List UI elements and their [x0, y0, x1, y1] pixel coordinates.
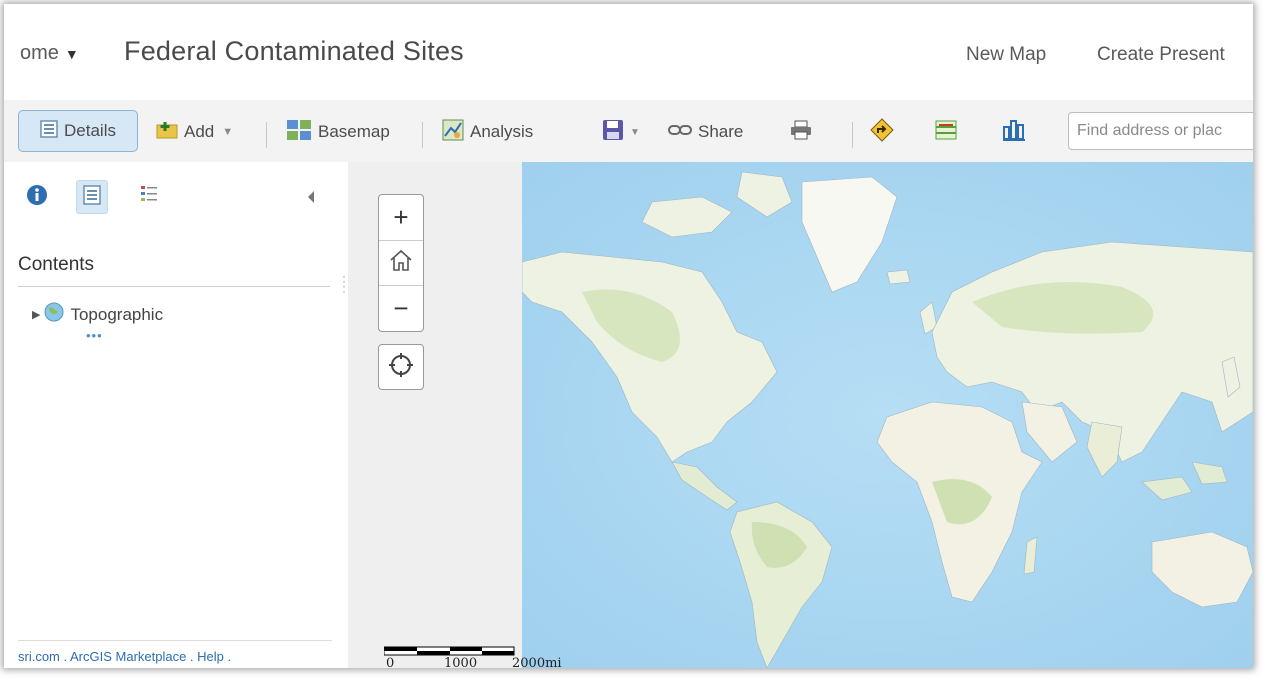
locate-button[interactable] — [378, 344, 424, 390]
panel-tabs — [4, 162, 344, 232]
expand-arrow-icon[interactable]: ▶ — [32, 308, 40, 321]
divider — [18, 640, 332, 641]
legend-tab[interactable] — [136, 184, 162, 210]
analysis-icon — [442, 119, 464, 146]
content-tab[interactable] — [76, 180, 108, 214]
zoom-control: + − — [378, 194, 424, 332]
home-menu-label: ome — [20, 42, 59, 64]
legend-icon — [140, 184, 158, 211]
toolbar-divider — [422, 122, 423, 148]
measure-icon — [934, 118, 958, 147]
toolbar-divider — [852, 122, 853, 148]
basemap-label: Basemap — [318, 122, 390, 141]
details-button[interactable]: Details — [18, 110, 138, 152]
add-button[interactable]: Add ▼ — [156, 116, 233, 148]
info-icon — [26, 184, 48, 211]
chevron-down-icon: ▼ — [64, 46, 79, 62]
bookmarks-icon — [1002, 119, 1026, 146]
toolbar-divider — [266, 122, 267, 148]
share-label: Share — [698, 122, 744, 141]
chevron-down-icon: ▼ — [630, 126, 640, 138]
collapse-panel-icon[interactable] — [306, 190, 316, 207]
scalebar — [383, 644, 524, 656]
content-list-icon — [83, 184, 101, 210]
basemap-button[interactable]: Basemap — [286, 116, 390, 148]
share-button[interactable]: Share — [668, 116, 743, 148]
home-icon — [388, 247, 414, 278]
app-window: ome ▼ Federal Contaminated Sites New Map … — [4, 4, 1253, 668]
scale-label: 2000mi — [512, 656, 562, 668]
layer-name: Topographic — [70, 304, 164, 324]
scale-label: 0 — [386, 656, 395, 668]
toolbar: Details Add ▼ Basemap Analysis ▼ Share F… — [4, 100, 1253, 162]
directions-icon — [870, 117, 894, 147]
about-tab[interactable] — [24, 184, 50, 210]
bookmarks-button[interactable] — [1002, 116, 1032, 148]
layer-options-icon[interactable]: ••• — [86, 328, 103, 343]
zoom-out-button[interactable]: − — [379, 286, 423, 331]
measure-button[interactable] — [934, 116, 964, 148]
analysis-button[interactable]: Analysis — [442, 116, 533, 148]
world-basemap — [522, 162, 1253, 668]
create-presentation-link[interactable]: Create Present — [1097, 44, 1225, 66]
divider — [18, 286, 330, 287]
basemap-grid-icon — [286, 119, 312, 146]
add-icon — [156, 121, 178, 144]
map-title: Federal Contaminated Sites — [124, 36, 464, 66]
directions-button[interactable] — [870, 116, 900, 148]
print-icon — [790, 120, 812, 145]
layer-item[interactable]: ▶ Topographic — [32, 302, 163, 327]
map-margin — [348, 162, 522, 668]
details-icon — [40, 119, 58, 143]
new-map-link[interactable]: New Map — [966, 44, 1046, 66]
contents-panel: Contents ▶ Topographic ••• sri.com . Arc… — [4, 162, 344, 668]
globe-icon — [44, 302, 64, 327]
footer-links[interactable]: sri.com . ArcGIS Marketplace . Help . — [18, 649, 231, 664]
chevron-down-icon: ▼ — [222, 126, 234, 138]
panel-resize-handle[interactable]: · · · · — [342, 270, 346, 297]
home-menu[interactable]: ome ▼ — [20, 42, 79, 65]
save-icon — [602, 119, 624, 146]
search-input[interactable] — [1068, 112, 1253, 150]
analysis-label: Analysis — [470, 122, 534, 141]
add-label: Add — [184, 122, 215, 141]
print-button[interactable] — [790, 116, 818, 148]
scale-label: 1000 — [444, 656, 478, 668]
link-icon — [668, 122, 692, 142]
locate-icon — [388, 352, 414, 383]
world-map[interactable] — [522, 162, 1253, 668]
details-label: Details — [64, 121, 116, 140]
default-extent-button[interactable] — [379, 240, 423, 286]
app-header: ome ▼ Federal Contaminated Sites New Map … — [4, 4, 1253, 100]
contents-heading: Contents — [18, 254, 95, 275]
zoom-in-button[interactable]: + — [379, 195, 423, 241]
save-button[interactable]: ▼ — [602, 116, 640, 148]
